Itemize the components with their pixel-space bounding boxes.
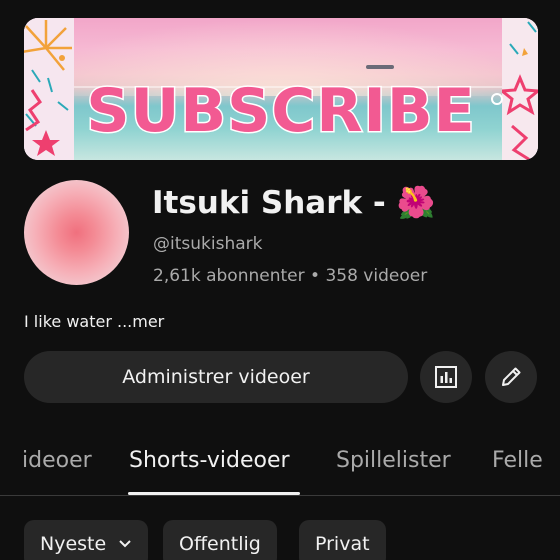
bar-chart-icon: [435, 366, 457, 388]
filter-chip-private[interactable]: Privat: [299, 520, 386, 560]
channel-name-text: Itsuki Shark -: [152, 185, 386, 221]
hibiscus-emoji-icon: 🌺: [396, 185, 436, 221]
tab-videos[interactable]: ideoer: [22, 448, 92, 473]
channel-avatar[interactable]: [24, 180, 129, 285]
analytics-button[interactable]: [420, 351, 472, 403]
tab-playlists[interactable]: Spillelister: [336, 448, 451, 473]
channel-banner: SUBSCRIBE: [24, 18, 538, 160]
banner-ring-decoration: [491, 93, 503, 105]
filter-chip-public[interactable]: Offentlig: [163, 520, 277, 560]
filter-chip-newest[interactable]: Nyeste: [24, 520, 149, 560]
channel-name: Itsuki Shark - 🌺: [152, 184, 435, 221]
filter-chip-label: Privat: [315, 533, 370, 555]
active-tab-indicator: [128, 492, 300, 495]
stats-separator: •: [310, 266, 321, 286]
subscriber-count: 2,61k abonnenter: [153, 266, 305, 286]
channel-handle: @itsukishark: [153, 234, 263, 254]
banner-subscribe-text: SUBSCRIBE: [85, 75, 476, 148]
video-count: 358 videoer: [325, 266, 428, 286]
banner-ship: [366, 65, 394, 69]
pencil-icon: [502, 367, 521, 386]
channel-description[interactable]: I like water ...mer: [24, 312, 164, 331]
filter-chip-label: Nyeste: [40, 533, 107, 555]
filter-chip-label: Offentlig: [179, 533, 261, 555]
tab-community[interactable]: Felle: [492, 448, 543, 473]
tab-shorts[interactable]: Shorts-videoer: [129, 448, 290, 473]
manage-videos-button[interactable]: Administrer videoer: [24, 351, 408, 403]
channel-stats: 2,61k abonnenter • 358 videoer: [153, 266, 427, 286]
edit-channel-button[interactable]: [485, 351, 537, 403]
channel-tabs: ideoer Shorts-videoer Spillelister Felle: [0, 438, 560, 496]
chevron-down-icon: [119, 540, 131, 548]
